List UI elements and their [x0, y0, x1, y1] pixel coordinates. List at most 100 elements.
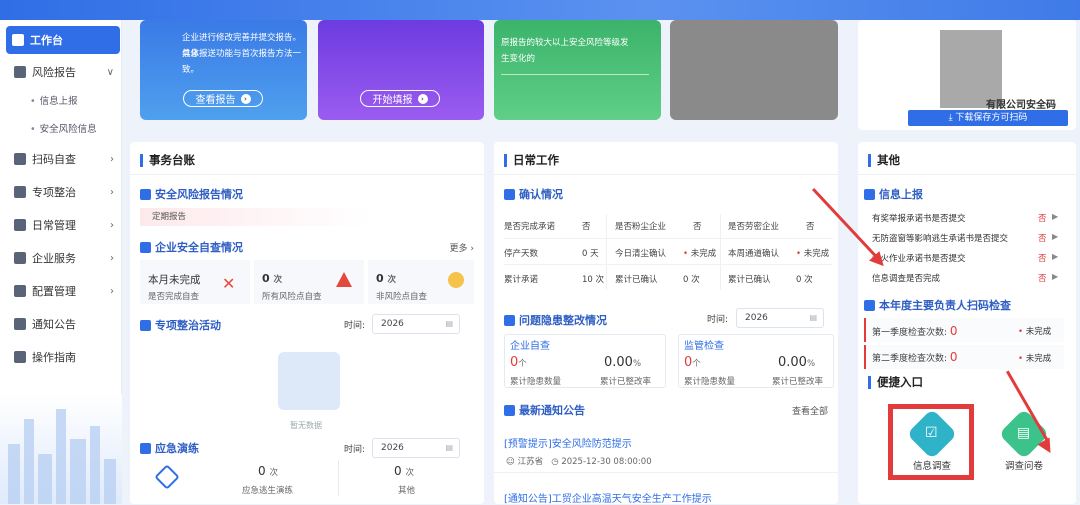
stat-label: 应急逃生演练 [242, 486, 294, 496]
annual-check-section: 本年度主要负责人扫码检查 [864, 297, 1011, 313]
card-title: 监管检查 [684, 341, 724, 352]
self-check-section: 企业安全自查情况 [140, 239, 243, 255]
banner-view-report: 企业进行修改完善并提交报告。具体 信息报送功能与首次报告方法一致。 查看报告 › [140, 20, 307, 120]
notice-item[interactable]: [通知公告]工贸企业高温天气安全生产工作提示 [504, 490, 712, 505]
info-report-status: 否 [1038, 234, 1047, 244]
banner-text-line: 生变化的 [501, 54, 536, 64]
start-fill-button[interactable]: 开始填报 › [360, 90, 440, 107]
view-report-button[interactable]: 查看报告 › [183, 90, 263, 107]
play-icon[interactable]: ▶ [1052, 212, 1058, 221]
qr-company-name: 有限公司安全码 [986, 100, 1056, 111]
stat-label: 累计已整改率 [600, 377, 652, 387]
confirm-value: 未完成 [796, 247, 830, 259]
grid-icon [14, 252, 26, 264]
list-icon [504, 314, 515, 326]
survey-label: 信息调查 [912, 461, 951, 472]
questionnaire-label: 调查问卷 [1004, 461, 1043, 472]
sidebar-item-special[interactable]: 专项整治 › [14, 181, 118, 203]
info-report-status: 否 [1038, 274, 1047, 284]
stat-label: 累计已整改率 [772, 377, 824, 387]
play-icon[interactable]: ▶ [1052, 252, 1058, 261]
sidebar-item-scan-check[interactable]: 扫码自查 › [14, 148, 118, 170]
info-report-status: 否 [1038, 254, 1047, 264]
card-title: 企业自查 [510, 341, 550, 352]
settings-icon [14, 285, 26, 297]
notice-meta: ☺ 江苏省 ◷ 2025-12-30 08:00:00 [506, 457, 652, 467]
year-select[interactable]: 2026 [736, 308, 824, 328]
check-icon [504, 188, 515, 200]
sidebar-item-config[interactable]: 配置管理 › [14, 280, 118, 302]
status-badge: 未完成 [1018, 352, 1052, 364]
survey-entry[interactable]: ☑ 信息调查 [896, 408, 968, 474]
shield-icon [14, 153, 26, 165]
stat-value: 本月未完成 [148, 274, 201, 286]
sidebar-item-guide[interactable]: 操作指南 [14, 346, 118, 368]
download-qr-button[interactable]: ⤓ 下载保存方可扫码 [908, 110, 1068, 126]
clock-icon: ◷ [551, 457, 562, 467]
divider [501, 74, 649, 75]
info-report-item[interactable]: 信息调查是否完成 [872, 272, 940, 284]
sidebar-item-workbench[interactable]: 工作台 [6, 26, 120, 54]
stat-label: 其他 [398, 486, 416, 496]
target-icon [140, 319, 151, 331]
confirm-label: 今日清尘确认 [615, 249, 667, 259]
info-report-status: 否 [1038, 214, 1047, 224]
no-data-text: 暂无数据 [290, 421, 322, 430]
sidebar-subitem-risk-info[interactable]: 安全风险信息 [30, 121, 97, 135]
banner-text-line: 原报告的较大以上安全风险等级发 [501, 38, 629, 48]
confirm-value: 否 [693, 222, 702, 232]
stat-label: 累计隐患数量 [684, 377, 736, 387]
monitor-icon [12, 34, 24, 46]
confirm-value: 未完成 [683, 247, 717, 259]
confirm-label: 累计已确认 [728, 275, 771, 285]
stat-label: 是否完成自查 [148, 292, 200, 302]
confirm-label: 本周通道确认 [728, 249, 780, 259]
banner-risk-change: 原报告的较大以上安全风险等级发 生变化的 [494, 20, 661, 120]
sidebar-item-daily[interactable]: 日常管理 › [14, 214, 118, 236]
sidebar-item-risk-report[interactable]: 风险报告 ∨ [14, 61, 118, 83]
stat-label: 累计隐患数量 [510, 377, 562, 387]
year-select[interactable]: 2026 [372, 314, 460, 334]
stat-value: 0 [376, 272, 384, 285]
confirm-value: 0 次 [683, 275, 700, 285]
info-report-item[interactable]: 有奖举报承诺书是否提交 [872, 212, 966, 224]
megaphone-icon [504, 404, 515, 416]
more-link[interactable]: 更多 › [450, 241, 474, 254]
confirm-label: 累计已确认 [615, 275, 658, 285]
scan-icon [140, 241, 151, 253]
stat-value: 0 [394, 464, 402, 478]
chevron-right-icon: › [110, 285, 114, 297]
info-report-item[interactable]: 无防盗窗等影响逃生承诺书是否提交 [872, 232, 1008, 244]
alarm-icon [140, 442, 151, 454]
top-header-bar [0, 0, 1080, 20]
banner-start-fill: 开始填报 › [318, 20, 484, 120]
panel-title: 事务台账 [140, 154, 195, 167]
sidebar-item-notice[interactable]: 通知公告 [14, 313, 118, 335]
view-all-link[interactable]: 查看全部 [792, 404, 828, 417]
arrow-right-icon: › [240, 93, 251, 104]
book-icon [14, 351, 26, 363]
warning-icon [14, 186, 26, 198]
sidebar-subitem-info-report[interactable]: 信息上报 [30, 93, 78, 107]
regular-report-tag: 定期报告 [140, 208, 370, 226]
affairs-panel: 事务台账 安全风险报告情况 定期报告 企业安全自查情况 更多 › 本月未完成 是… [130, 142, 484, 504]
year-select[interactable]: 2026 [372, 438, 460, 458]
sidebar-item-enterprise[interactable]: 企业服务 › [14, 247, 118, 269]
daily-panel: 日常工作 确认情况 是否完成承诺 否 是否粉尘企业 否 是否劳密企业 否停产天数 0 天 今日… [494, 142, 838, 505]
search-badge-icon [448, 272, 464, 288]
confirm-label: 累计承诺 [504, 275, 539, 285]
quarter-label: 第一季度检查次数: 0 [872, 324, 958, 338]
notice-item[interactable]: [预警提示]安全风险防范提示 [504, 435, 632, 450]
calendar-icon [14, 219, 26, 231]
play-icon[interactable]: ▶ [1052, 272, 1058, 281]
confirm-value: 否 [582, 222, 591, 232]
sidebar: 工作台 风险报告∨ 信息上报 安全风险信息 扫码自查› 专项整治› 日常管理› … [0, 20, 122, 504]
chevron-right-icon: › [110, 252, 114, 264]
confirm-section: 确认情况 [504, 186, 563, 202]
chevron-right-icon: › [110, 219, 114, 231]
confirm-label: 是否劳密企业 [728, 222, 780, 232]
user-icon: ☺ [506, 457, 518, 467]
play-icon[interactable]: ▶ [1052, 232, 1058, 241]
quick-entry-title: 便捷入口 [868, 376, 923, 389]
stat-value: 0 [262, 272, 270, 285]
